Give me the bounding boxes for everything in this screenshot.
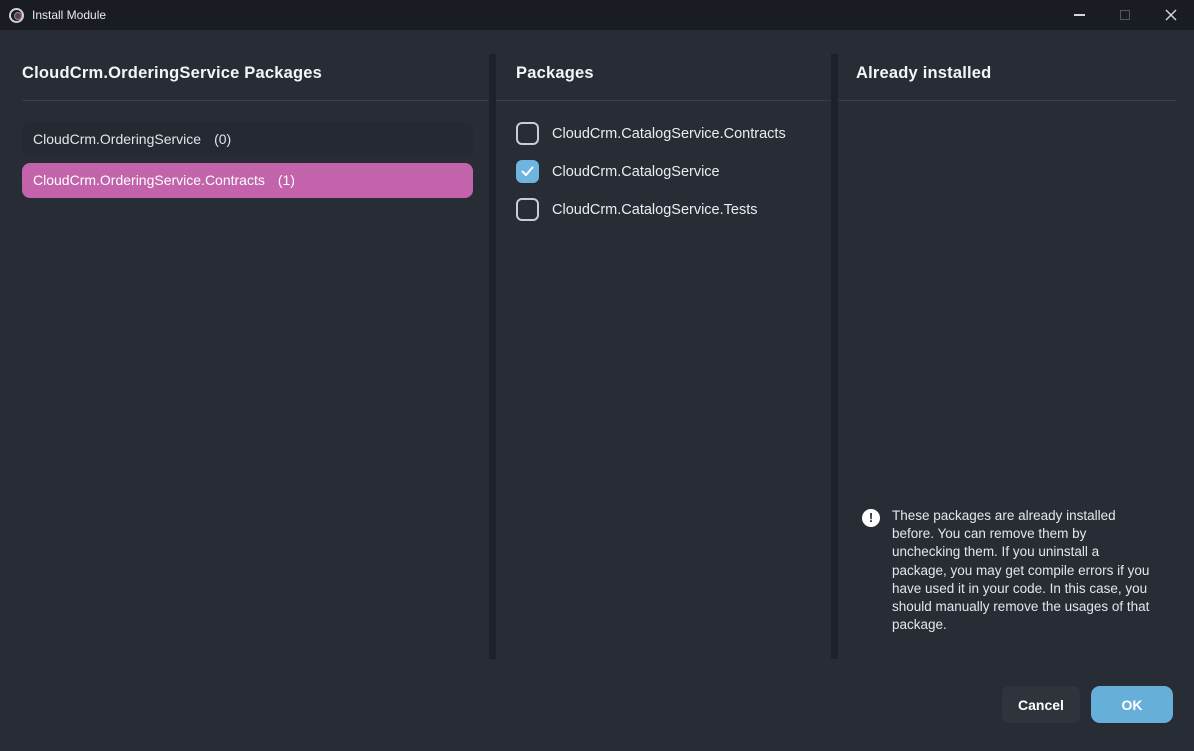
ok-button[interactable]: OK — [1091, 686, 1173, 723]
app-logo-icon — [9, 8, 24, 23]
module-package-count: (0) — [214, 131, 231, 147]
install-module-dialog: Install Module CloudCrm.OrderingService … — [0, 0, 1194, 751]
checkmark-icon — [521, 166, 534, 177]
divider-left-middle — [489, 54, 496, 659]
info-exclamation-icon: ! — [862, 509, 880, 527]
maximize-button[interactable] — [1102, 0, 1148, 30]
already-installed-note: These packages are already installed bef… — [892, 507, 1156, 634]
module-name: CloudCrm.OrderingService — [33, 131, 201, 147]
checkbox-unchecked[interactable] — [516, 198, 539, 221]
module-item-orderingservice[interactable]: CloudCrm.OrderingService (0) — [22, 122, 473, 157]
divider-middle-right — [831, 54, 838, 659]
package-label: CloudCrm.CatalogService.Tests — [552, 202, 758, 218]
package-row-catalogservice-contracts[interactable]: CloudCrm.CatalogService.Contracts — [516, 122, 786, 145]
package-row-catalogservice-tests[interactable]: CloudCrm.CatalogService.Tests — [516, 198, 758, 221]
right-header-rule — [838, 100, 1176, 101]
package-label: CloudCrm.CatalogService — [552, 164, 720, 180]
window-title: Install Module — [32, 8, 106, 22]
checkbox-unchecked[interactable] — [516, 122, 539, 145]
module-name: CloudCrm.OrderingService.Contracts — [33, 172, 265, 188]
left-panel-header: CloudCrm.OrderingService Packages — [22, 64, 322, 83]
package-label: CloudCrm.CatalogService.Contracts — [552, 126, 786, 142]
middle-header-rule — [496, 100, 831, 101]
maximize-icon — [1120, 10, 1130, 20]
module-item-orderingservice-contracts[interactable]: CloudCrm.OrderingService.Contracts (1) — [22, 163, 473, 198]
package-row-catalogservice[interactable]: CloudCrm.CatalogService — [516, 160, 720, 183]
close-icon — [1165, 9, 1177, 21]
minimize-button[interactable] — [1056, 0, 1102, 30]
window-controls — [1056, 0, 1194, 30]
close-button[interactable] — [1148, 0, 1194, 30]
middle-panel-header: Packages — [516, 64, 594, 83]
checkbox-checked[interactable] — [516, 160, 539, 183]
minimize-icon — [1074, 14, 1085, 16]
right-panel-header: Already installed — [856, 64, 991, 83]
left-header-rule — [22, 100, 489, 101]
module-package-count: (1) — [278, 172, 295, 188]
titlebar[interactable]: Install Module — [0, 0, 1194, 30]
cancel-button[interactable]: Cancel — [1002, 686, 1080, 723]
